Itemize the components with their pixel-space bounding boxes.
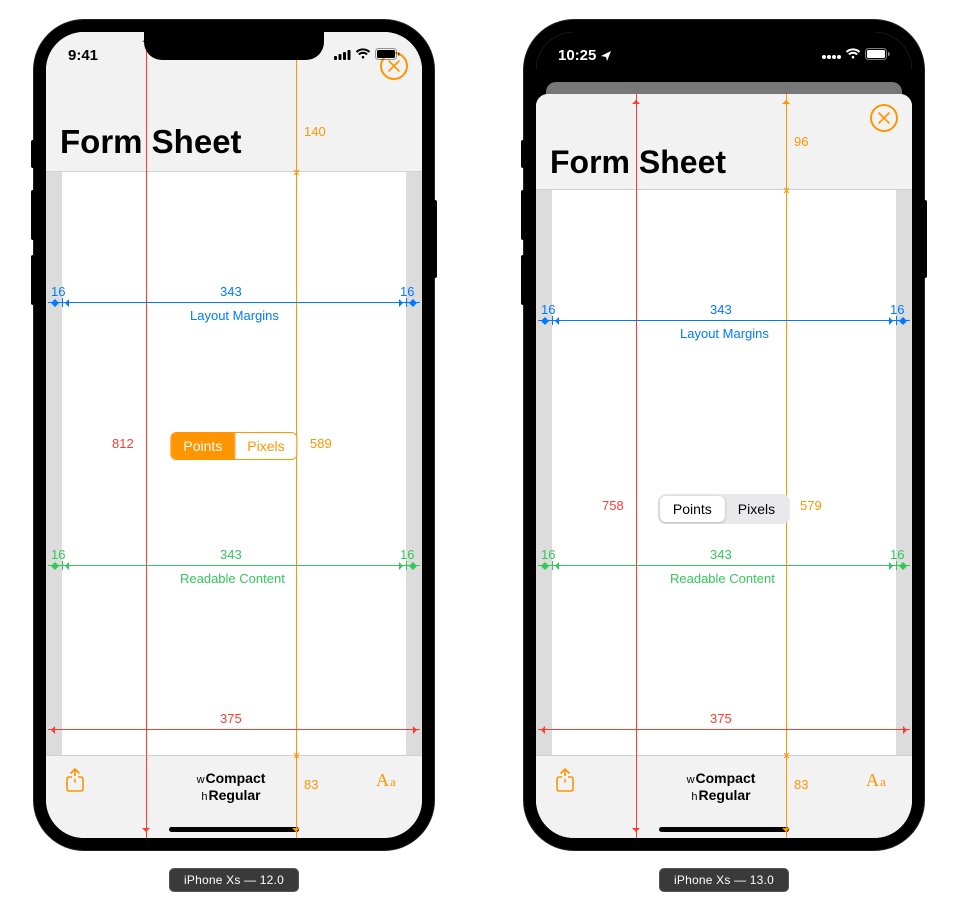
modal-sheet: Form Sheet wCompact hRegular Aa 96837585… [536,94,912,838]
svg-text:A: A [376,770,389,790]
status-time: 9:41 [68,47,98,64]
battery-icon [375,47,400,64]
home-indicator [659,827,789,832]
notch [144,32,324,60]
svg-text:A: A [866,770,879,790]
phone-left: 9:41 Form Sheet wCompact hRegul [34,20,434,892]
nav-header: Form Sheet [536,94,912,190]
svg-text:a: a [880,774,886,789]
device-caption: iPhone Xs — 13.0 [659,868,789,892]
status-right [334,47,400,64]
segment-points[interactable]: Points [660,496,725,522]
content-area [536,190,912,755]
phone-right: 10:25 Form Sheet [524,20,924,892]
close-button[interactable] [870,104,898,132]
segment-points[interactable]: Points [171,433,234,459]
cellular-icon [334,47,351,64]
share-button[interactable] [554,768,576,794]
size-class-label: wCompact hRegular [86,768,376,804]
device-frame: 9:41 Form Sheet wCompact hRegul [34,20,434,850]
wifi-icon [355,47,371,64]
size-class-label: wCompact hRegular [576,768,866,804]
margin-indicator-left [46,172,62,755]
toolbar: wCompact hRegular Aa [46,755,422,838]
screen: 9:41 Form Sheet wCompact hRegul [46,32,422,838]
content-area [46,172,422,755]
unit-segmented-control[interactable]: Points Pixels [658,494,790,524]
device-frame: 10:25 Form Sheet [524,20,924,850]
page-title: Form Sheet [550,144,726,181]
share-button[interactable] [64,768,86,794]
text-size-button[interactable]: Aa [866,768,894,790]
home-indicator [169,827,299,832]
unit-segmented-control[interactable]: Points Pixels [170,432,297,460]
svg-text:a: a [390,774,396,789]
device-caption: iPhone Xs — 12.0 [169,868,299,892]
margin-indicator-right [896,190,912,755]
margin-indicator-right [406,172,422,755]
margin-indicator-left [536,190,552,755]
segment-pixels[interactable]: Pixels [725,496,788,522]
page-title: Form Sheet [60,123,242,161]
toolbar: wCompact hRegular Aa [536,755,912,838]
segment-pixels[interactable]: Pixels [234,433,296,459]
notch [634,32,814,60]
text-size-button[interactable]: Aa [376,768,404,790]
screen: 10:25 Form Sheet [536,32,912,838]
